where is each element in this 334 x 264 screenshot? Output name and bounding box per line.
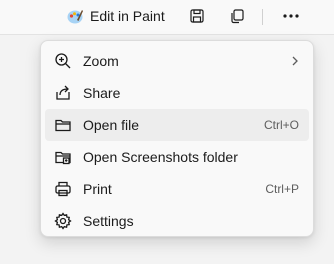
menu-item-share[interactable]: Share [45, 77, 309, 109]
more-options-button[interactable] [276, 2, 306, 30]
zoom-in-icon [53, 51, 73, 71]
copy-icon [229, 8, 245, 24]
toolbar-divider [0, 34, 334, 35]
paint-icon [66, 7, 84, 25]
more-options-menu: Zoom Share Open file Ctrl+O Open Screens… [40, 40, 314, 237]
gear-icon [53, 211, 73, 231]
menu-item-print[interactable]: Print Ctrl+P [45, 173, 309, 205]
menu-item-label: Print [83, 181, 112, 197]
save-button[interactable] [182, 2, 212, 30]
menu-item-label: Open file [83, 117, 140, 133]
edit-in-paint-button[interactable]: Edit in Paint [60, 2, 171, 30]
screenshots-folder-icon [53, 147, 73, 167]
menu-item-label: Settings [83, 213, 134, 229]
menu-item-open-file[interactable]: Open file Ctrl+O [45, 109, 309, 141]
edit-in-paint-label: Edit in Paint [90, 8, 165, 24]
toolbar: Edit in Paint [0, 0, 334, 34]
menu-item-label: Share [83, 85, 121, 101]
menu-item-open-screenshots-folder[interactable]: Open Screenshots folder [45, 141, 309, 173]
share-icon [53, 83, 73, 103]
shortcut-open-file: Ctrl+O [263, 118, 299, 132]
copy-button[interactable] [222, 2, 252, 30]
toolbar-separator [262, 9, 263, 25]
more-options-icon [282, 13, 300, 19]
menu-item-label: Open Screenshots folder [83, 149, 238, 165]
chevron-right-icon [291, 55, 299, 67]
folder-icon [53, 115, 73, 135]
shortcut-print: Ctrl+P [265, 182, 299, 196]
save-icon [189, 8, 205, 24]
menu-item-label: Zoom [83, 53, 119, 69]
menu-item-zoom[interactable]: Zoom [45, 45, 309, 77]
menu-item-settings[interactable]: Settings [45, 205, 309, 237]
printer-icon [53, 179, 73, 199]
